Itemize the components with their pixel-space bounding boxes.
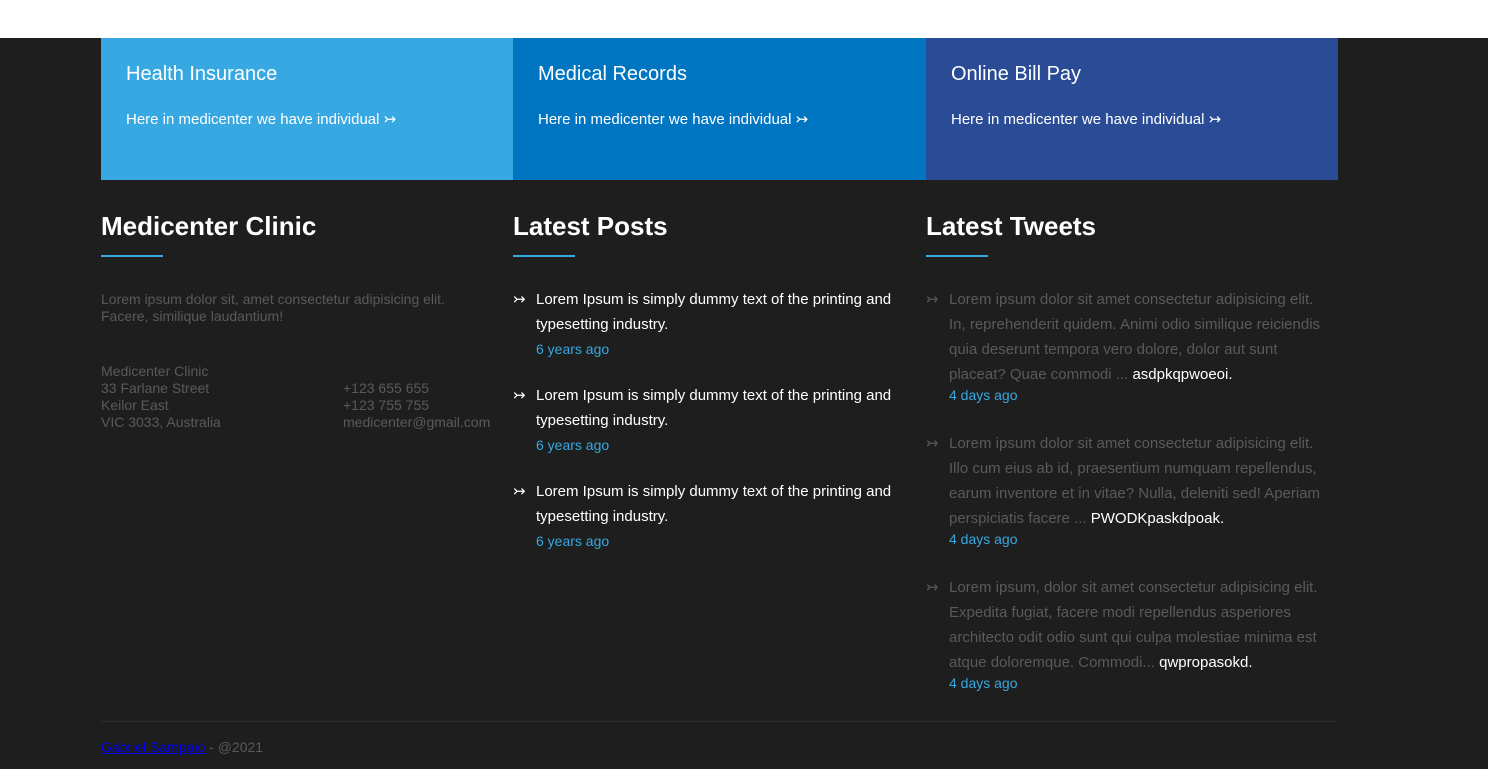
feature-box-health-insurance: Health Insurance Here in medicenter we h… [101,38,513,180]
post-date: 6 years ago [536,533,610,549]
feature-box-title: Health Insurance [126,63,278,85]
tweet-body: Lorem ipsum dolor sit amet consectetur a… [949,431,1329,531]
post-link[interactable]: Lorem Ipsum is simply dummy text of the … [536,479,896,529]
post-item: ↣ Lorem Ipsum is simply dummy text of th… [513,383,926,454]
title-underline [513,255,575,257]
tweet-list: ↣ Lorem ipsum dolor sit amet consectetur… [926,287,1338,692]
latest-posts-column: Latest Posts ↣ Lorem Ipsum is simply dum… [513,211,926,575]
post-link[interactable]: Lorem Ipsum is simply dummy text of the … [536,383,896,433]
post-date: 6 years ago [536,341,610,357]
latest-posts-title: Latest Posts [513,211,668,241]
about-column: Medicenter Clinic Lorem ipsum dolor sit,… [101,211,513,431]
post-item: ↣ Lorem Ipsum is simply dummy text of th… [513,479,926,550]
title-underline [926,255,988,257]
footer-divider [101,721,1338,722]
tweet-text: Lorem ipsum, dolor sit amet consectetur … [949,579,1318,671]
tweet-date: 4 days ago [949,675,1018,691]
about-text: Lorem ipsum dolor sit, amet consectetur … [101,291,445,324]
arrow-bullet-icon: ↣ [926,579,939,596]
top-white-strip [0,0,1488,38]
tweet-item: ↣ Lorem ipsum dolor sit amet consectetur… [926,431,1338,548]
tweet-body: Lorem ipsum dolor sit amet consectetur a… [949,287,1329,387]
about-title: Medicenter Clinic [101,211,317,241]
address-line: Medicenter Clinic [101,363,209,379]
tweet-item: ↣ Lorem ipsum dolor sit amet consectetur… [926,287,1338,404]
footer-credit: Gabriel Sampaio - @2021 [101,738,263,756]
latest-tweets-title: Latest Tweets [926,211,1097,241]
arrow-bullet-icon: ↣ [513,483,526,500]
feature-box-title: Medical Records [538,63,687,85]
arrow-bullet-icon: ↣ [926,435,939,452]
arrow-bullet-icon: ↣ [513,291,526,308]
phone-number: +123 655 655 [343,380,430,396]
tweet-handle[interactable]: qwpropasokd. [1159,654,1252,671]
post-date: 6 years ago [536,437,610,453]
arrow-bullet-icon: ↣ [926,291,939,308]
post-item: ↣ Lorem Ipsum is simply dummy text of th… [513,287,926,358]
tweet-body: Lorem ipsum, dolor sit amet consectetur … [949,575,1329,675]
author-link[interactable]: Gabriel Sampaio [101,739,205,755]
contact-info: Medicenter Clinic 33 Farlane Street Keil… [101,363,513,431]
feature-box-link[interactable]: Here in medicenter we have individual ↣ [951,111,1221,129]
feature-box-medical-records: Medical Records Here in medicenter we ha… [513,38,926,180]
feature-box-link[interactable]: Here in medicenter we have individual ↣ [538,111,808,129]
arrow-bullet-icon: ↣ [513,387,526,404]
tweet-date: 4 days ago [949,531,1018,547]
title-underline [101,255,163,257]
feature-box-link[interactable]: Here in medicenter we have individual ↣ [126,111,396,129]
post-list: ↣ Lorem Ipsum is simply dummy text of th… [513,287,926,550]
tweet-handle[interactable]: asdpkqpwoeoi. [1132,366,1232,383]
feature-box-online-bill-pay: Online Bill Pay Here in medicenter we ha… [926,38,1338,180]
latest-tweets-column: Latest Tweets ↣ Lorem ipsum dolor sit am… [926,211,1338,719]
copyright-text: - @2021 [205,739,264,755]
email-address: medicenter@gmail.com [343,414,491,430]
phone-number: +123 755 755 [343,397,430,413]
feature-box-title: Online Bill Pay [951,63,1082,85]
contact-block: +123 655 655 +123 755 755 medicenter@gma… [343,380,490,431]
tweet-date: 4 days ago [949,387,1018,403]
tweet-handle[interactable]: PWODKpaskdpoak. [1091,510,1224,527]
tweet-item: ↣ Lorem ipsum, dolor sit amet consectetu… [926,575,1338,692]
post-link[interactable]: Lorem Ipsum is simply dummy text of the … [536,287,896,337]
